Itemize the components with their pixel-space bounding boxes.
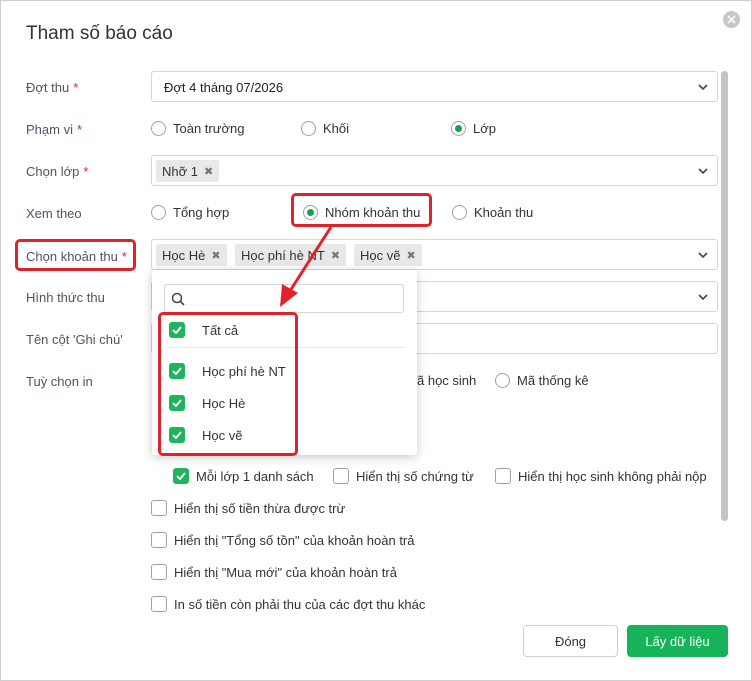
report-params-dialog: Tham số báo cáo Đợt thu * Đợt 4 tháng 07/… [0,0,752,681]
close-button[interactable]: Đóng [523,625,618,657]
annotation-arrow-icon [280,226,333,307]
get-data-button[interactable]: Lấy dữ liệu [627,625,728,657]
